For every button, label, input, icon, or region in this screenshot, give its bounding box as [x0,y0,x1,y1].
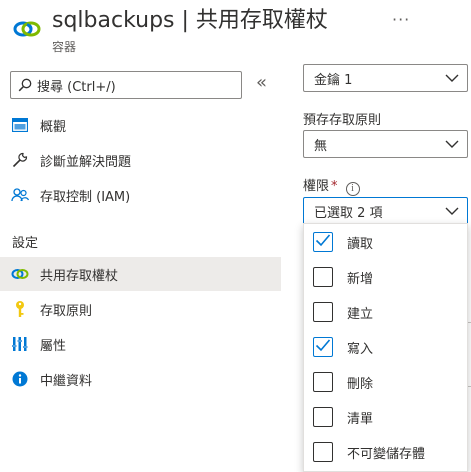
nav-item-label: 中繼資料 [40,373,93,389]
nav-item-label: 診斷並解決問題 [40,154,132,170]
permissions-options-list: 讀取 新增 建立 寫入 刪除 清單 不可變儲存體 [303,223,468,472]
link-icon [10,264,30,284]
nav-item-iam[interactable]: 存取控制 (IAM) [0,178,281,212]
stored-policy-label: 預存存取原則 [303,113,382,128]
chevron-down-icon [445,204,459,219]
signing-key-value: 金鑰 1 [314,72,353,88]
checkbox[interactable] [313,232,333,252]
option-label: 讀取 [347,236,374,252]
search-input[interactable]: 搜尋 (Ctrl+/) [37,76,116,95]
nav-item-metadata[interactable]: 中繼資料 [0,362,281,396]
checkbox[interactable] [313,407,333,427]
checkbox[interactable] [313,267,333,287]
nav-item-overview[interactable]: 概觀 [0,108,281,142]
permission-option-add[interactable]: 新增 [304,260,467,294]
overview-icon [10,115,30,135]
required-mark: * [331,179,338,194]
permission-option-create[interactable]: 建立 [304,295,467,329]
permission-option-read[interactable]: 讀取 [304,225,467,259]
collapse-menu-button[interactable]: « [256,72,267,93]
option-label: 新增 [347,271,374,287]
info-tooltip-icon[interactable]: i [345,182,360,196]
permissions-dropdown[interactable]: 已選取 2 項 [303,197,468,225]
signing-key-dropdown[interactable]: 金鑰 1 [303,64,468,92]
nav-item-diagnose[interactable]: 診斷並解決問題 [0,143,281,177]
nav-item-label: 概觀 [40,119,67,135]
checkmark-icon [315,233,331,251]
checkbox[interactable] [313,372,333,392]
checkmark-icon [315,338,331,356]
permissions-label-text: 權限 [303,179,330,194]
permission-option-write[interactable]: 寫入 [304,330,467,364]
key-icon [10,299,30,319]
nav-item-properties[interactable]: 屬性 [0,327,281,361]
option-label: 清單 [347,411,374,427]
option-label: 刪除 [347,376,374,392]
permission-option-immutable-storage[interactable]: 不可變儲存體 [304,435,467,469]
nav-item-shared-access-token[interactable]: 共用存取權杖 [0,257,281,291]
permission-option-delete[interactable]: 刪除 [304,365,467,399]
nav-item-access-policy[interactable]: 存取原則 [0,292,281,326]
page-subtitle: 容器 [52,40,77,54]
option-label: 建立 [347,306,374,322]
nav-item-label: 存取控制 (IAM) [40,189,131,205]
checkbox[interactable] [313,442,333,462]
chevron-down-icon [445,137,459,152]
info-icon [10,369,30,389]
nav-item-label: 共用存取權杖 [40,268,119,284]
option-label: 不可變儲存體 [347,446,426,462]
checkbox[interactable] [313,337,333,357]
more-actions-button[interactable]: ··· [392,10,410,29]
option-label: 寫入 [347,341,374,357]
nav-item-label: 屬性 [40,338,67,354]
stored-policy-dropdown[interactable]: 無 [303,130,468,158]
wrench-icon [10,150,30,170]
permissions-label: 權限 * i [303,175,360,196]
checkbox[interactable] [313,302,333,322]
permission-option-list[interactable]: 清單 [304,400,467,434]
page-title: sqlbackups | 共用存取權杖 [52,8,328,33]
search-box[interactable]: 搜尋 (Ctrl+/) [10,71,242,99]
properties-icon [10,334,30,354]
chevron-down-icon [445,71,459,86]
search-icon [13,72,37,98]
people-icon [10,185,30,205]
section-header-settings: 設定 [12,236,39,251]
permissions-value: 已選取 2 項 [314,205,383,221]
stored-policy-value: 無 [314,138,328,154]
nav-item-label: 存取原則 [40,303,93,319]
container-link-icon [12,14,42,44]
